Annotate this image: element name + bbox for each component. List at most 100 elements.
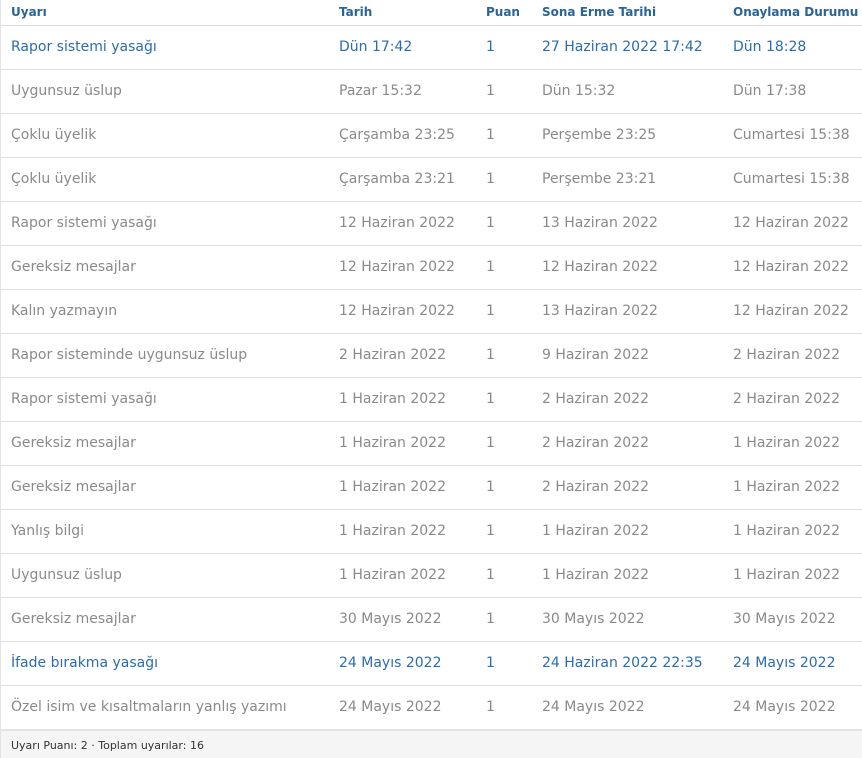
cell-date: 1 Haziran 2022 (339, 479, 446, 495)
cell-approval: Cumartesi 15:38 (733, 171, 850, 187)
cell-warning: Özel isim ve kısaltmaların yanlış yazımı (11, 699, 287, 715)
cell-points: 1 (486, 347, 495, 363)
cell-expires: 2 Haziran 2022 (542, 391, 649, 407)
cell-points: 1 (486, 699, 495, 715)
table-row[interactable]: Kalın yazmayın 12 Haziran 2022 1 13 Haziran… (1, 289, 862, 333)
cell-warning: Rapor sistemi yasağı (11, 215, 157, 231)
cell-approval: 12 Haziran 2022 (733, 215, 849, 231)
cell-date: 12 Haziran 2022 (339, 303, 455, 319)
table-row[interactable]: Gereksiz mesajlar 1 Haziran 2022 1 2 Hazira… (1, 465, 862, 509)
column-header-expires[interactable]: Sona Erme Tarihi (532, 0, 723, 25)
cell-warning: Uygunsuz üslup (11, 83, 122, 99)
cell-warning: Kalın yazmayın (11, 303, 118, 319)
cell-expires: 13 Haziran 2022 (542, 215, 658, 231)
table-row[interactable]: Gereksiz mesajlar 1 Haziran 2022 1 2 Hazira… (1, 421, 862, 465)
cell-date: Çarşamba 23:25 (339, 127, 455, 143)
cell-expires: 30 Mayıs 2022 (542, 611, 645, 627)
column-header-approval[interactable]: Onaylama Durumu (723, 0, 862, 25)
cell-expires: 13 Haziran 2022 (542, 303, 658, 319)
cell-points: 1 (486, 83, 495, 99)
cell-approval: 2 Haziran 2022 (733, 347, 840, 363)
warnings-panel: Uyarı Tarih Puan Sona Erme Tarihi Onayla… (0, 0, 862, 758)
table-row[interactable]: Çoklu üyelik Çarşamba 23:21 1 Perşembe 23:2… (1, 157, 862, 201)
cell-date: 1 Haziran 2022 (339, 391, 446, 407)
cell-expires: 2 Haziran 2022 (542, 435, 649, 451)
cell-approval: Cumartesi 15:38 (733, 127, 850, 143)
table-row[interactable]: Uygunsuz üslup Pazar 15:32 1 Dün 15:32 Dün 1… (1, 69, 862, 113)
table-row[interactable]: Yanlış bilgi 1 Haziran 2022 1 1 Haziran 202… (1, 509, 862, 553)
table-row[interactable]: Uygunsuz üslup 1 Haziran 2022 1 1 Haziran 2… (1, 553, 862, 597)
cell-expires: 12 Haziran 2022 (542, 259, 658, 275)
cell-approval: 24 Mayıs 2022 (733, 699, 836, 715)
cell-points: 1 (486, 127, 495, 143)
cell-approval: 30 Mayıs 2022 (733, 611, 836, 627)
cell-points: 1 (486, 611, 495, 627)
cell-date: 12 Haziran 2022 (339, 259, 455, 275)
cell-warning: Rapor sistemi yasağı (11, 39, 157, 55)
table-row[interactable]: Rapor sistemi yasağı 12 Haziran 2022 1 13 H… (1, 201, 862, 245)
cell-points: 1 (486, 39, 495, 55)
cell-points: 1 (486, 303, 495, 319)
cell-points: 1 (486, 523, 495, 539)
cell-expires: 24 Haziran 2022 22:35 (542, 655, 703, 671)
cell-warning: İfade bırakma yasağı (11, 655, 158, 671)
table-row[interactable]: Rapor sistemi yasağı 1 Haziran 2022 1 2 Haz… (1, 377, 862, 421)
cell-warning: Gereksiz mesajlar (11, 259, 136, 275)
cell-warning: Rapor sistemi yasağı (11, 391, 157, 407)
cell-points: 1 (486, 567, 495, 583)
table-row[interactable]: Gereksiz mesajlar 12 Haziran 2022 1 12 Hazi… (1, 245, 862, 289)
cell-points: 1 (486, 435, 495, 451)
cell-date: Pazar 15:32 (339, 83, 422, 99)
cell-approval: 2 Haziran 2022 (733, 391, 840, 407)
table-row[interactable]: Rapor sisteminde uygunsuz üslup 2 Haziran… (1, 333, 862, 377)
cell-date: 2 Haziran 2022 (339, 347, 446, 363)
column-header-date[interactable]: Tarih (329, 0, 476, 25)
cell-expires: 2 Haziran 2022 (542, 479, 649, 495)
warnings-footer: Uyarı Puanı: 2 · Toplam uyarılar: 16 (1, 730, 862, 758)
cell-date: Çarşamba 23:21 (339, 171, 455, 187)
column-header-points[interactable]: Puan (476, 0, 532, 25)
cell-date: Dün 17:42 (339, 39, 413, 55)
warnings-table: Uyarı Tarih Puan Sona Erme Tarihi Onayla… (1, 0, 862, 730)
cell-warning: Gereksiz mesajlar (11, 479, 136, 495)
table-row[interactable]: Özel isim ve kısaltmaların yanlış yazımı… (1, 685, 862, 729)
cell-expires: Perşembe 23:25 (542, 127, 657, 143)
cell-warning: Yanlış bilgi (11, 523, 85, 539)
cell-warning: Uygunsuz üslup (11, 567, 122, 583)
cell-approval: Dün 17:38 (733, 83, 807, 99)
cell-warning: Gereksiz mesajlar (11, 611, 136, 627)
cell-warning: Rapor sisteminde uygunsuz üslup (11, 347, 248, 363)
column-header-warning[interactable]: Uyarı (1, 0, 329, 25)
cell-expires: 27 Haziran 2022 17:42 (542, 39, 703, 55)
cell-points: 1 (486, 215, 495, 231)
cell-date: 1 Haziran 2022 (339, 435, 446, 451)
cell-expires: Dün 15:32 (542, 83, 616, 99)
cell-approval: Dün 18:28 (733, 39, 807, 55)
table-row[interactable]: Çoklu üyelik Çarşamba 23:25 1 Perşembe 23:2… (1, 113, 862, 157)
table-row[interactable]: İfade bırakma yasağı 24 Mayıs 2022 1 24 Haz… (1, 641, 862, 685)
cell-expires: 24 Mayıs 2022 (542, 699, 645, 715)
cell-warning: Çoklu üyelik (11, 127, 97, 143)
cell-date: 12 Haziran 2022 (339, 215, 455, 231)
cell-date: 30 Mayıs 2022 (339, 611, 442, 627)
cell-date: 1 Haziran 2022 (339, 523, 446, 539)
cell-approval: 1 Haziran 2022 (733, 435, 840, 451)
cell-date: 24 Mayıs 2022 (339, 699, 442, 715)
cell-expires: Perşembe 23:21 (542, 171, 657, 187)
cell-expires: 1 Haziran 2022 (542, 523, 649, 539)
cell-approval: 12 Haziran 2022 (733, 259, 849, 275)
cell-expires: 1 Haziran 2022 (542, 567, 649, 583)
table-row[interactable]: Gereksiz mesajlar 30 Mayıs 2022 1 30 Mayıs … (1, 597, 862, 641)
cell-points: 1 (486, 655, 495, 671)
cell-approval: 1 Haziran 2022 (733, 479, 840, 495)
table-row[interactable]: Rapor sistemi yasağı Dün 17:42 1 27 Haziran… (1, 25, 862, 69)
cell-approval: 1 Haziran 2022 (733, 523, 840, 539)
cell-points: 1 (486, 391, 495, 407)
cell-warning: Çoklu üyelik (11, 171, 97, 187)
cell-expires: 9 Haziran 2022 (542, 347, 649, 363)
cell-points: 1 (486, 479, 495, 495)
table-header-row: Uyarı Tarih Puan Sona Erme Tarihi Onayla… (1, 0, 862, 25)
cell-approval: 12 Haziran 2022 (733, 303, 849, 319)
cell-approval: 24 Mayıs 2022 (733, 655, 836, 671)
cell-points: 1 (486, 259, 495, 275)
